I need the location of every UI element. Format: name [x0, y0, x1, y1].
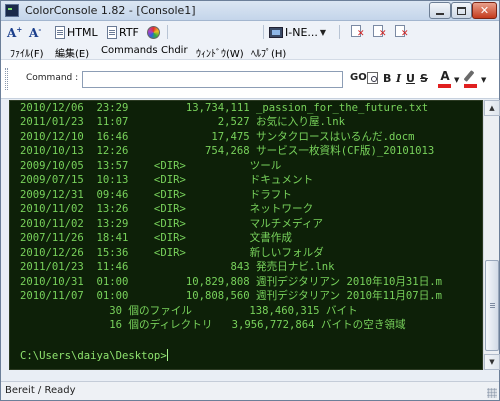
clear-selection-button[interactable]: ✕: [373, 25, 387, 39]
scroll-up-button[interactable]: ▲: [484, 100, 500, 116]
menu-chdir[interactable]: Chdir: [161, 45, 188, 56]
minimize-icon: [436, 12, 444, 15]
font-larger-button[interactable]: A+: [7, 24, 22, 40]
scroll-down-button[interactable]: ▼: [484, 354, 500, 370]
save-html-label: HTML: [67, 25, 98, 39]
console-line: 2009/10/05 13:57 <DIR> ツール: [20, 160, 282, 172]
command-label: Command :: [26, 73, 79, 83]
toolbar-separator: [339, 25, 340, 39]
scroll-thumb[interactable]: [485, 260, 499, 351]
maximize-icon: [457, 6, 466, 15]
strikethrough-button[interactable]: S: [420, 72, 428, 85]
main-toolbar: A+ A- HTML RTF I-NE... ▼ ✕ ✕ ✕: [1, 21, 499, 43]
font-color-swatch: [438, 84, 451, 88]
font-color-button[interactable]: A: [437, 69, 453, 89]
html-document-icon: [55, 25, 65, 39]
console-line: 2010/10/13 12:26 754,268 サービス一枚資料(CF版)_2…: [20, 145, 435, 157]
save-rtf-button[interactable]: RTF: [107, 24, 139, 40]
menu-edit[interactable]: 編集(E): [55, 45, 89, 60]
arrow-up-icon: ▲: [489, 104, 495, 112]
color-scheme-button[interactable]: [147, 24, 160, 40]
text-cursor: [166, 349, 168, 361]
console-select[interactable]: I-NE... ▼: [269, 24, 326, 40]
console-line: 2010/11/07 01:00 10,808,560 週刊デジタリアン 201…: [20, 290, 443, 302]
background-color-button[interactable]: [463, 69, 479, 89]
menu-bar: ﾌｧｲﾙ(F) 編集(E) Commands Chdir ｳｨﾝﾄﾞｳ(W) ﾍ…: [1, 43, 499, 60]
status-bar: Bereit / Ready: [1, 381, 499, 400]
background-color-dropdown-icon[interactable]: ▼: [481, 76, 486, 84]
highlighter-icon: [463, 70, 475, 82]
menu-window[interactable]: ｳｨﾝﾄﾞｳ(W): [196, 45, 244, 60]
console-summary-line: 16 個のディレクトリ 3,956,772,864 バイトの空き領域: [20, 319, 406, 331]
console-line: 2007/11/26 18:41 <DIR> 文書作成: [20, 232, 292, 244]
toolbar-grip[interactable]: [5, 68, 8, 90]
console-output[interactable]: 2010/12/06 23:29 13,734,111 _passion_for…: [9, 100, 483, 370]
background-color-swatch: [464, 84, 477, 88]
console-line: 2009/07/15 10:13 <DIR> ドキュメント: [20, 174, 314, 186]
app-icon[interactable]: [5, 4, 19, 17]
console-line: 2010/12/10 16:46 17,475 サンタクロースはいるんだ.doc…: [20, 131, 415, 143]
command-bar: Command : GO B I U S A ▼ ▼: [1, 60, 499, 99]
console-line: 2010/12/06 23:29 13,734,111 _passion_for…: [20, 102, 429, 114]
maximize-button[interactable]: [451, 2, 472, 19]
colorconsole-window: ColorConsole 1.82 - [Console1] ✕ A+ A- H…: [0, 0, 500, 401]
close-button[interactable]: ✕: [472, 2, 497, 19]
menu-help[interactable]: ﾍﾙﾌﾟ(H): [251, 45, 286, 60]
font-smaller-icon: A-: [29, 24, 42, 40]
arrow-down-icon: ▼: [489, 358, 495, 366]
console-summary-line: 30 個のファイル 138,460,315 バイト: [20, 305, 358, 317]
resize-grip-icon[interactable]: [487, 388, 497, 398]
font-color-icon: A: [440, 69, 450, 83]
toolbar-separator: [167, 25, 168, 39]
palette-icon: [147, 25, 160, 39]
font-color-dropdown-icon[interactable]: ▼: [454, 76, 459, 84]
console-icon: [269, 26, 283, 38]
toolbar-separator: [263, 25, 264, 39]
close-icon: ✕: [479, 4, 490, 17]
rtf-document-icon: [107, 25, 117, 39]
window-title: ColorConsole 1.82 - [Console1]: [25, 4, 196, 17]
menu-commands[interactable]: Commands: [101, 45, 158, 56]
bold-button[interactable]: B: [383, 72, 391, 85]
menu-file[interactable]: ﾌｧｲﾙ(F): [10, 45, 44, 60]
minimize-button[interactable]: [429, 2, 451, 19]
title-bar[interactable]: ColorConsole 1.82 - [Console1] ✕: [1, 1, 499, 21]
clear-console-button[interactable]: ✕: [351, 25, 365, 39]
console-select-value: I-NE...: [285, 25, 318, 39]
vertical-scrollbar[interactable]: ▲ ▼: [483, 100, 500, 370]
console-line: 2010/11/02 13:29 <DIR> マルチメディア: [20, 218, 324, 230]
save-rtf-label: RTF: [119, 25, 139, 39]
console-prompt: C:\Users\daiya\Desktop>: [20, 350, 167, 362]
console-line: 2011/01/23 11:07 2,527 お気に入り屋.lnk: [20, 116, 346, 128]
find-icon[interactable]: [367, 72, 378, 84]
chevron-down-icon: ▼: [319, 27, 327, 37]
italic-button[interactable]: I: [396, 72, 401, 85]
console-line: 2010/11/02 13:26 <DIR> ネットワーク: [20, 203, 314, 215]
console-line: 2011/01/23 11:46 843 発売日ナビ.lnk: [20, 261, 335, 273]
clear-history-button[interactable]: ✕: [395, 25, 409, 39]
console-line: 2010/12/26 15:36 <DIR> 新しいフォルダ: [20, 247, 324, 259]
save-html-button[interactable]: HTML: [55, 24, 98, 40]
status-text: Bereit / Ready: [5, 385, 76, 396]
console-line: 2009/12/31 09:46 <DIR> ドラフト: [20, 189, 292, 201]
font-larger-icon: A+: [7, 24, 23, 40]
command-input[interactable]: [82, 71, 343, 88]
go-button[interactable]: GO: [350, 72, 367, 83]
console-prompt-line[interactable]: C:\Users\daiya\Desktop>: [20, 349, 168, 363]
font-smaller-button[interactable]: A-: [29, 24, 41, 40]
underline-button[interactable]: U: [406, 72, 415, 85]
console-line: 2010/10/31 01:00 10,829,808 週刊デジタリアン 201…: [20, 276, 443, 288]
